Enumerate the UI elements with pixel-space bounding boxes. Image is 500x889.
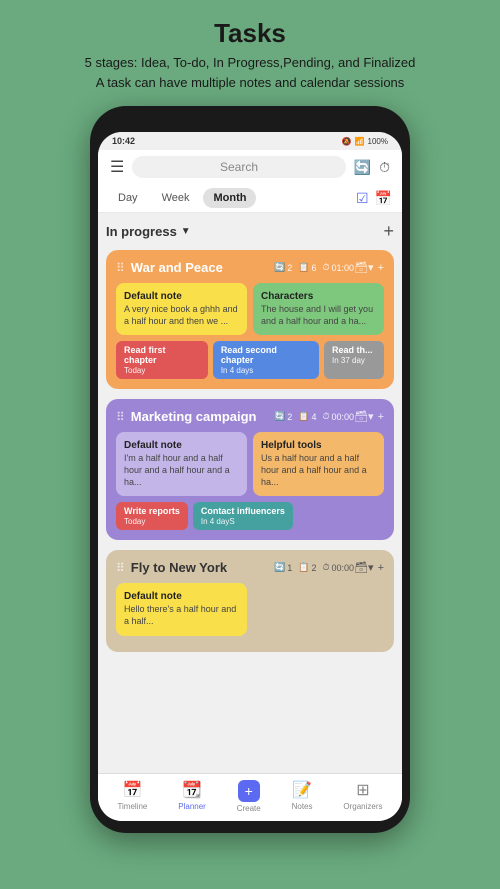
session-badge-read-third[interactable]: Read th... In 37 day [324, 341, 384, 379]
phone-frame: 10:42 🔕 📶 100% ☰ Search 🔄 ⏱ Day Week Mon… [90, 106, 410, 833]
tab-week[interactable]: Week [152, 188, 200, 208]
calendar-view-icon[interactable]: 📅 [375, 190, 392, 207]
note-title: Default note [124, 591, 239, 602]
checkmark-view-icon[interactable]: ☑ [356, 190, 369, 207]
planner-icon: 📆 [182, 780, 202, 800]
page-subtitle: 5 stages: Idea, To-do, In Progress,Pendi… [85, 53, 416, 92]
drag-handle-icon: ⠿ [116, 261, 125, 275]
note-text: A very nice book a ghhh and a half hour … [124, 304, 239, 327]
task-actions: 🗃▾ + [354, 261, 384, 274]
bottom-nav: 📅 Timeline 📆 Planner + Create 📝 Notes ⊞ … [98, 773, 402, 821]
organizers-icon: ⊞ [356, 780, 369, 800]
hamburger-icon[interactable]: ☰ [110, 157, 124, 177]
fly-notes: Default note Hello there's a half hour a… [116, 583, 384, 635]
app-bar: ☰ Search 🔄 ⏱ [98, 150, 402, 184]
session-badge-read-second[interactable]: Read second chapter In 4 days [213, 341, 319, 379]
task-title-war-and-peace: War and Peace [131, 260, 274, 275]
session-badge-write-reports[interactable]: Write reports Today [116, 502, 188, 530]
section-header: In progress ▼ + [106, 221, 394, 242]
task-title-fly: Fly to New York [131, 560, 274, 575]
tab-month[interactable]: Month [203, 188, 256, 208]
note-card-default-fly[interactable]: Default note Hello there's a half hour a… [116, 583, 247, 635]
note-title: Characters [261, 291, 376, 302]
status-icons: 🔕 📶 100% [342, 137, 388, 146]
briefcase-icon[interactable]: 🗃▾ [354, 561, 374, 574]
task-add-icon[interactable]: + [378, 411, 384, 423]
search-input[interactable]: Search [132, 156, 345, 178]
task-meta: 🔄2 📋4 ⏱00:00 [274, 411, 354, 422]
task-add-icon[interactable]: + [378, 262, 384, 274]
note-text: I'm a half hour and a half hour and a ha… [124, 453, 239, 488]
note-card-default-marketing[interactable]: Default note I'm a half hour and a half … [116, 432, 247, 496]
briefcase-icon[interactable]: 🗃▾ [354, 410, 374, 423]
note-card-characters[interactable]: Characters The house and I will get you … [253, 283, 384, 335]
task-card-header: ⠿ War and Peace 🔄2 📋6 ⏱01:00 🗃▾ + [116, 260, 384, 275]
nav-planner[interactable]: 📆 Planner [178, 780, 206, 813]
war-and-peace-notes: Default note A very nice book a ghhh and… [116, 283, 384, 335]
tab-icons: ☑ 📅 [356, 190, 392, 207]
session-badge-contact-influencers[interactable]: Contact influencers In 4 dayS [193, 502, 293, 530]
task-meta: 🔄1 📋2 ⏱00:00 [274, 562, 354, 573]
task-actions: 🗃▾ + [354, 561, 384, 574]
add-task-button[interactable]: + [383, 221, 394, 242]
task-card-war-and-peace: ⠿ War and Peace 🔄2 📋6 ⏱01:00 🗃▾ + Defaul… [106, 250, 394, 389]
main-content: In progress ▼ + ⠿ War and Peace 🔄2 📋6 ⏱0… [98, 213, 402, 773]
section-label: In progress [106, 224, 177, 239]
task-meta: 🔄2 📋6 ⏱01:00 [274, 262, 354, 273]
section-dropdown[interactable]: In progress ▼ [106, 224, 191, 239]
note-title: Helpful tools [261, 440, 376, 451]
phone-screen: 10:42 🔕 📶 100% ☰ Search 🔄 ⏱ Day Week Mon… [98, 132, 402, 821]
note-title: Default note [124, 440, 239, 451]
nav-timeline[interactable]: 📅 Timeline [117, 780, 147, 813]
notes-icon: 📝 [292, 780, 312, 800]
note-text: Us a half hour and a half hour and a hal… [261, 453, 376, 488]
drag-handle-icon: ⠿ [116, 561, 125, 575]
task-title-marketing: Marketing campaign [131, 409, 274, 424]
tab-day[interactable]: Day [108, 188, 148, 208]
app-bar-icons: 🔄 ⏱ [354, 159, 390, 176]
create-icon-box: + [238, 780, 260, 802]
phone-notch [210, 118, 290, 128]
marketing-notes: Default note I'm a half hour and a half … [116, 432, 384, 496]
task-card-marketing: ⠿ Marketing campaign 🔄2 📋4 ⏱00:00 🗃▾ + D… [106, 399, 394, 540]
note-card-default[interactable]: Default note A very nice book a ghhh and… [116, 283, 247, 335]
timer-icon[interactable]: ⏱ [379, 159, 390, 176]
dropdown-arrow-icon: ▼ [181, 226, 191, 237]
note-title: Default note [124, 291, 239, 302]
drag-handle-icon: ⠿ [116, 410, 125, 424]
nav-organizers[interactable]: ⊞ Organizers [343, 780, 382, 813]
note-text: Hello there's a half hour and a half... [124, 604, 239, 627]
task-card-header: ⠿ Marketing campaign 🔄2 📋4 ⏱00:00 🗃▾ + [116, 409, 384, 424]
note-text: The house and I will get you and a half … [261, 304, 376, 327]
page-header: Tasks 5 stages: Idea, To-do, In Progress… [65, 0, 436, 102]
briefcase-icon[interactable]: 🗃▾ [354, 261, 374, 274]
war-and-peace-sessions: Read first chapter Today Read second cha… [116, 341, 384, 379]
task-card-fly-to-new-york: ⠿ Fly to New York 🔄1 📋2 ⏱00:00 🗃▾ + Defa… [106, 550, 394, 651]
timeline-icon: 📅 [122, 780, 142, 800]
status-time: 10:42 [112, 136, 135, 146]
marketing-sessions: Write reports Today Contact influencers … [116, 502, 384, 530]
task-actions: 🗃▾ + [354, 410, 384, 423]
session-badge-read-first[interactable]: Read first chapter Today [116, 341, 208, 379]
note-card-helpful-tools[interactable]: Helpful tools Us a half hour and a half … [253, 432, 384, 496]
refresh-icon[interactable]: 🔄 [354, 159, 371, 176]
status-bar: 10:42 🔕 📶 100% [98, 132, 402, 150]
nav-notes[interactable]: 📝 Notes [292, 780, 313, 813]
page-title: Tasks [85, 18, 416, 49]
view-tabs: Day Week Month ☑ 📅 [98, 184, 402, 213]
task-card-header: ⠿ Fly to New York 🔄1 📋2 ⏱00:00 🗃▾ + [116, 560, 384, 575]
task-add-icon[interactable]: + [378, 562, 384, 574]
nav-create[interactable]: + Create [237, 780, 261, 813]
